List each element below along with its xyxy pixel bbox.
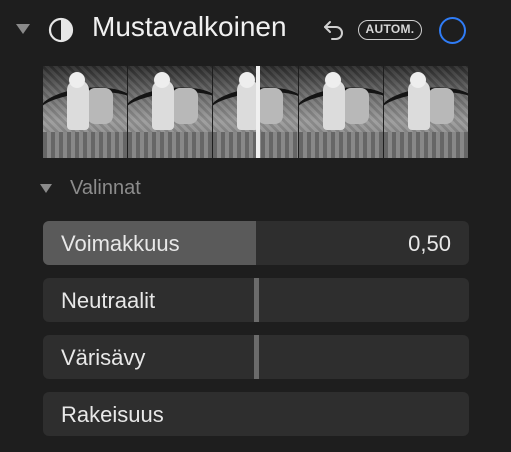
slider-label: Neutraalit — [61, 288, 156, 313]
strength-slider[interactable]: Voimakkuus 0,50 — [43, 221, 469, 265]
preview-thumbnail[interactable] — [383, 66, 469, 158]
slider-value: 0,50 — [408, 231, 451, 256]
options-label[interactable]: Valinnat — [70, 177, 141, 200]
enable-toggle[interactable] — [439, 17, 466, 44]
options-triangle-icon[interactable] — [40, 184, 52, 193]
preview-thumbnail[interactable] — [298, 66, 384, 158]
tone-slider[interactable]: Värisävy — [43, 335, 469, 379]
grain-slider[interactable]: Rakeisuus — [43, 392, 469, 436]
slider-knob[interactable] — [254, 335, 259, 379]
preview-thumbnail[interactable] — [43, 66, 129, 158]
auto-button[interactable]: AUTOM. — [358, 20, 422, 40]
adjustment-header: Mustavalkoinen AUTOM. — [0, 0, 511, 60]
preview-selection-marker[interactable] — [256, 66, 260, 158]
black-white-icon — [48, 17, 74, 43]
undo-icon[interactable] — [322, 18, 346, 42]
neutrals-slider[interactable]: Neutraalit — [43, 278, 469, 322]
adjustment-title: Mustavalkoinen — [92, 11, 287, 42]
slider-label: Voimakkuus — [61, 231, 180, 256]
slider-label: Rakeisuus — [61, 402, 164, 427]
collapse-triangle-icon[interactable] — [16, 24, 30, 34]
slider-knob[interactable] — [254, 278, 259, 322]
preview-strip[interactable] — [43, 66, 469, 158]
preview-thumbnail[interactable] — [128, 66, 214, 158]
slider-label: Värisävy — [61, 345, 146, 370]
